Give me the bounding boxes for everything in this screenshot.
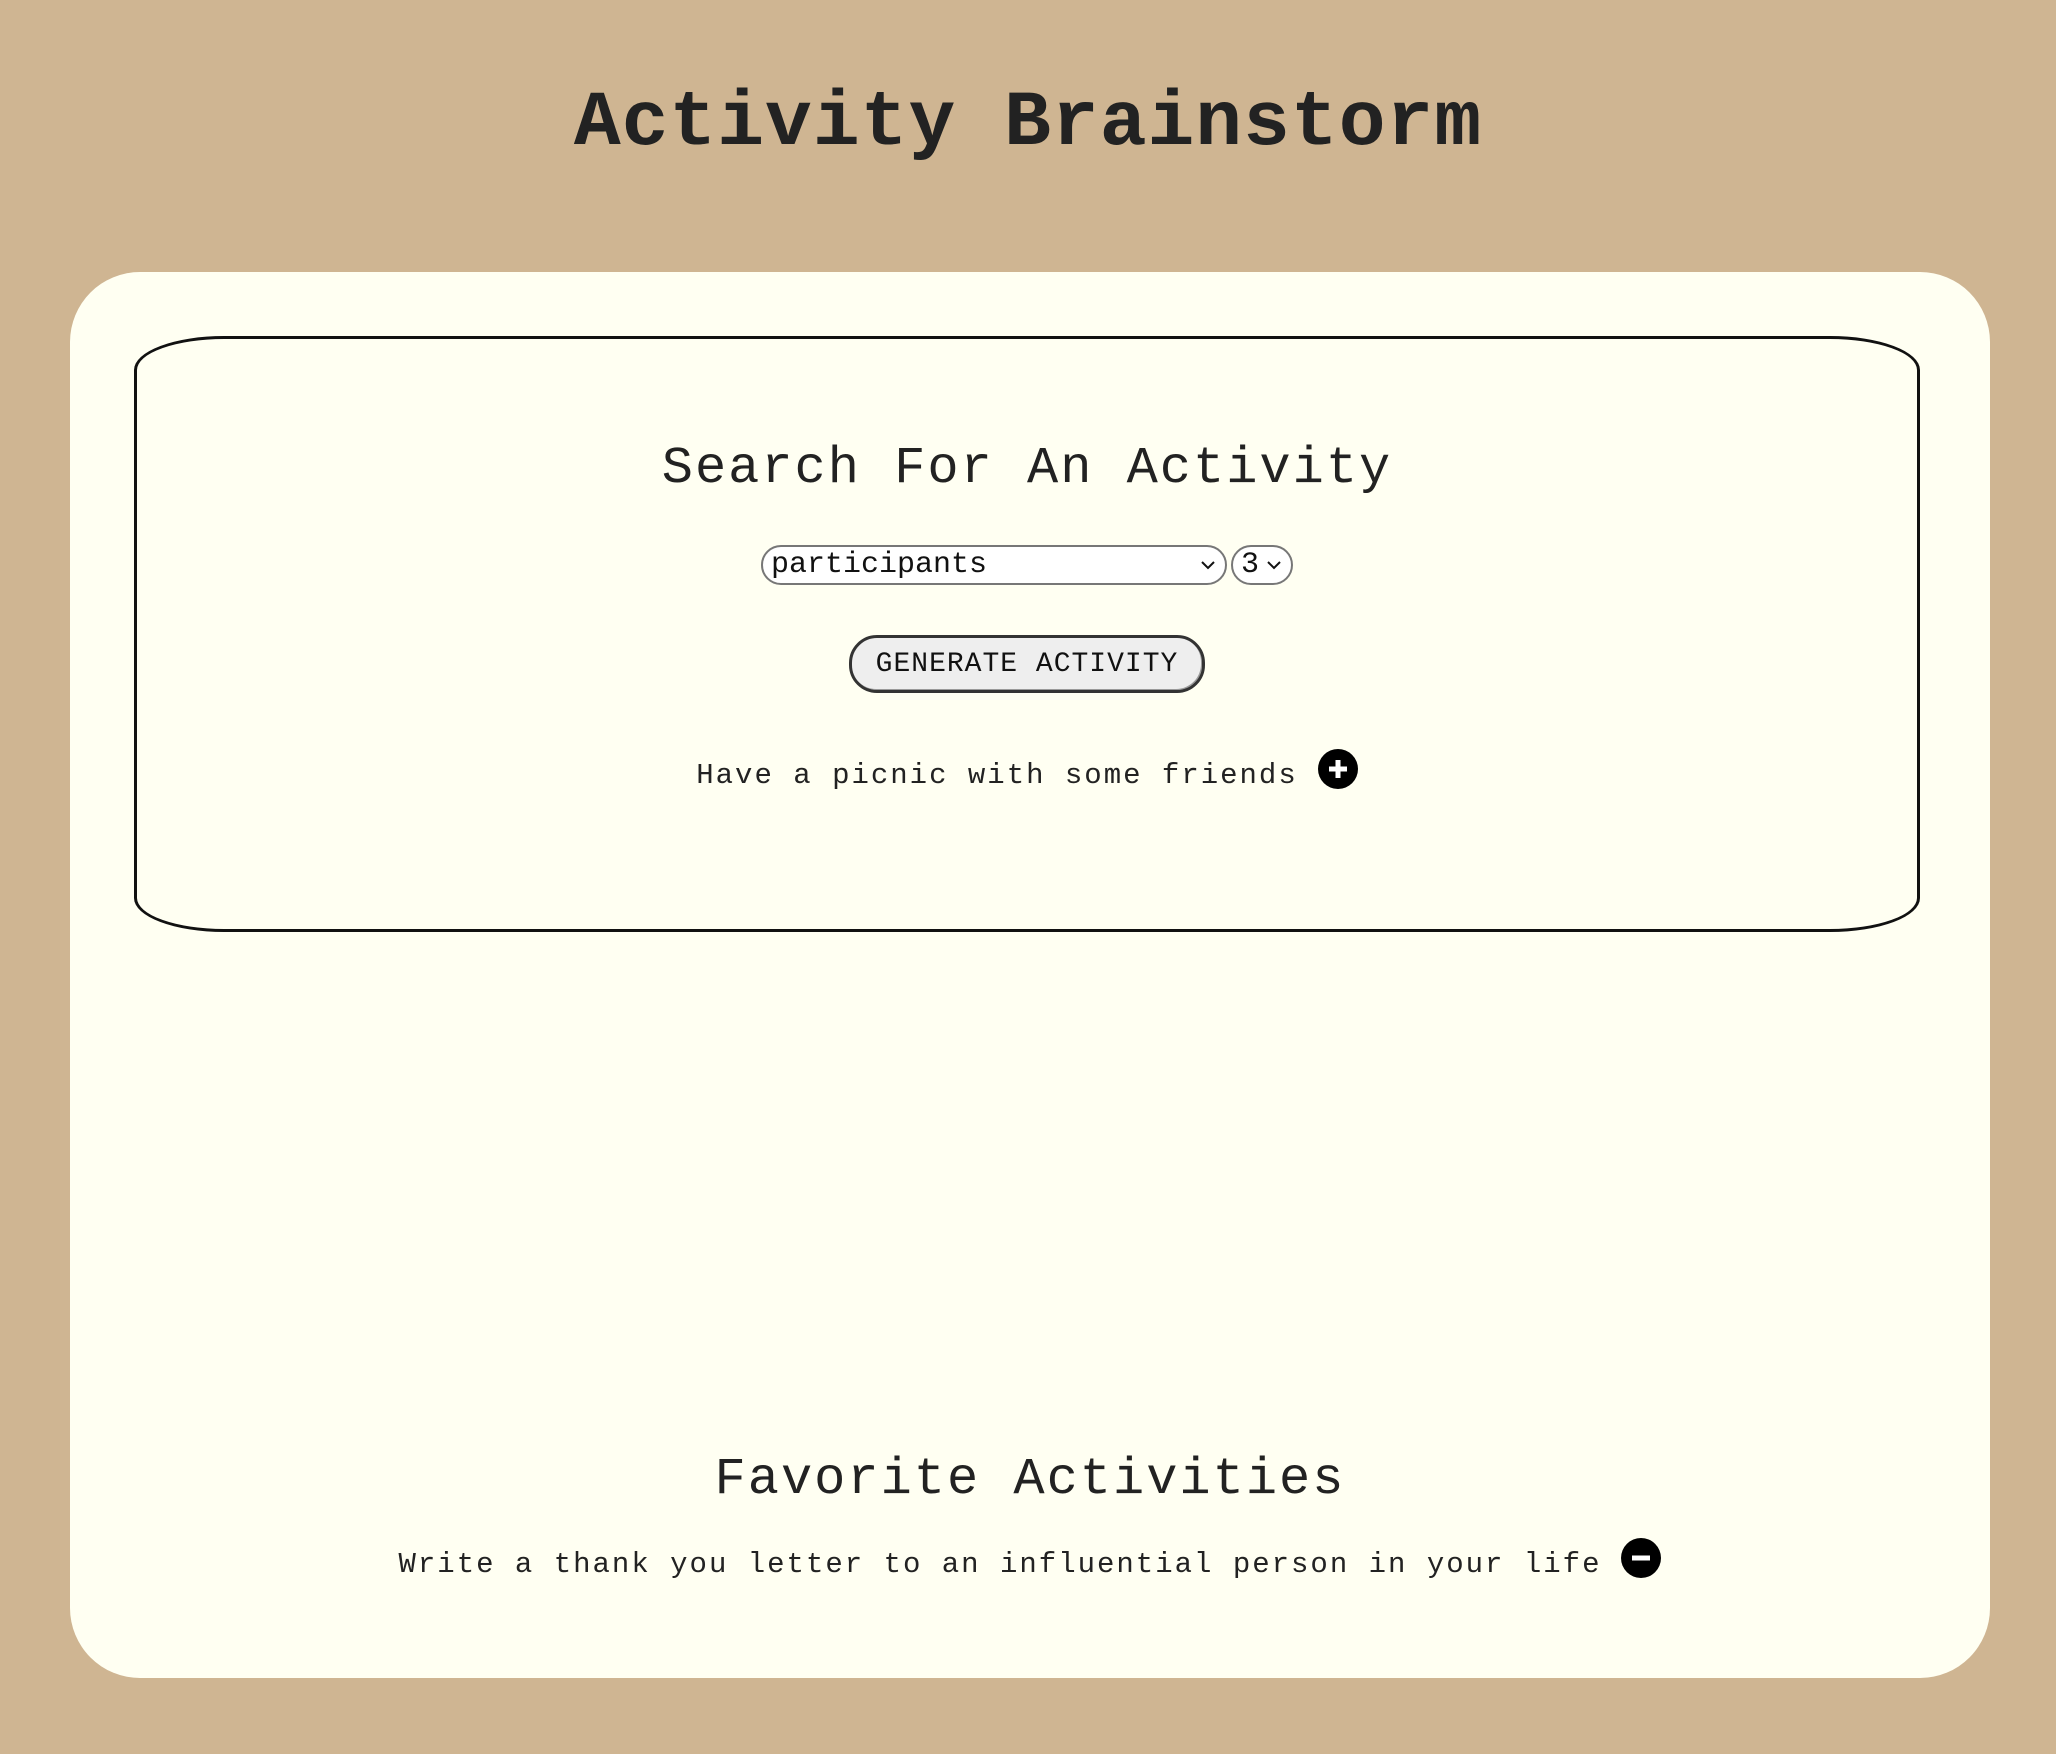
remove-favorite-button[interactable] <box>1621 1538 1662 1578</box>
app-title: Activity Brainstorm <box>573 80 1483 168</box>
participant-count-value: 3 <box>1241 548 1260 582</box>
generated-activity: Have a picnic with some friends <box>137 749 1917 792</box>
participant-count-select[interactable]: 3 <box>1231 545 1293 585</box>
search-title: Search For An Activity <box>661 439 1393 498</box>
chevron-down-icon <box>1267 561 1281 570</box>
main-card: Search For An Activity participants 3 GE… <box>70 272 1990 1678</box>
generate-activity-button[interactable]: GENERATE ACTIVITY <box>849 635 1205 693</box>
generated-activity-text: Have a picnic with some friends <box>696 759 1298 792</box>
favorite-activity-text: Write a thank you letter to an influenti… <box>398 1548 1602 1581</box>
search-controls: participants 3 <box>137 545 1917 585</box>
minus-circle-icon <box>1632 1555 1651 1561</box>
search-panel: Search For An Activity participants 3 GE… <box>134 336 1920 932</box>
favorite-list-item: Write a thank you letter to an influenti… <box>70 1538 1990 1581</box>
chevron-down-icon <box>1201 561 1215 570</box>
filter-select[interactable]: participants <box>761 545 1227 585</box>
favorites-title: Favorite Activities <box>714 1450 1346 1509</box>
filter-select-value: participants <box>771 548 988 582</box>
plus-circle-icon <box>1328 760 1347 778</box>
add-favorite-button[interactable] <box>1317 749 1358 789</box>
